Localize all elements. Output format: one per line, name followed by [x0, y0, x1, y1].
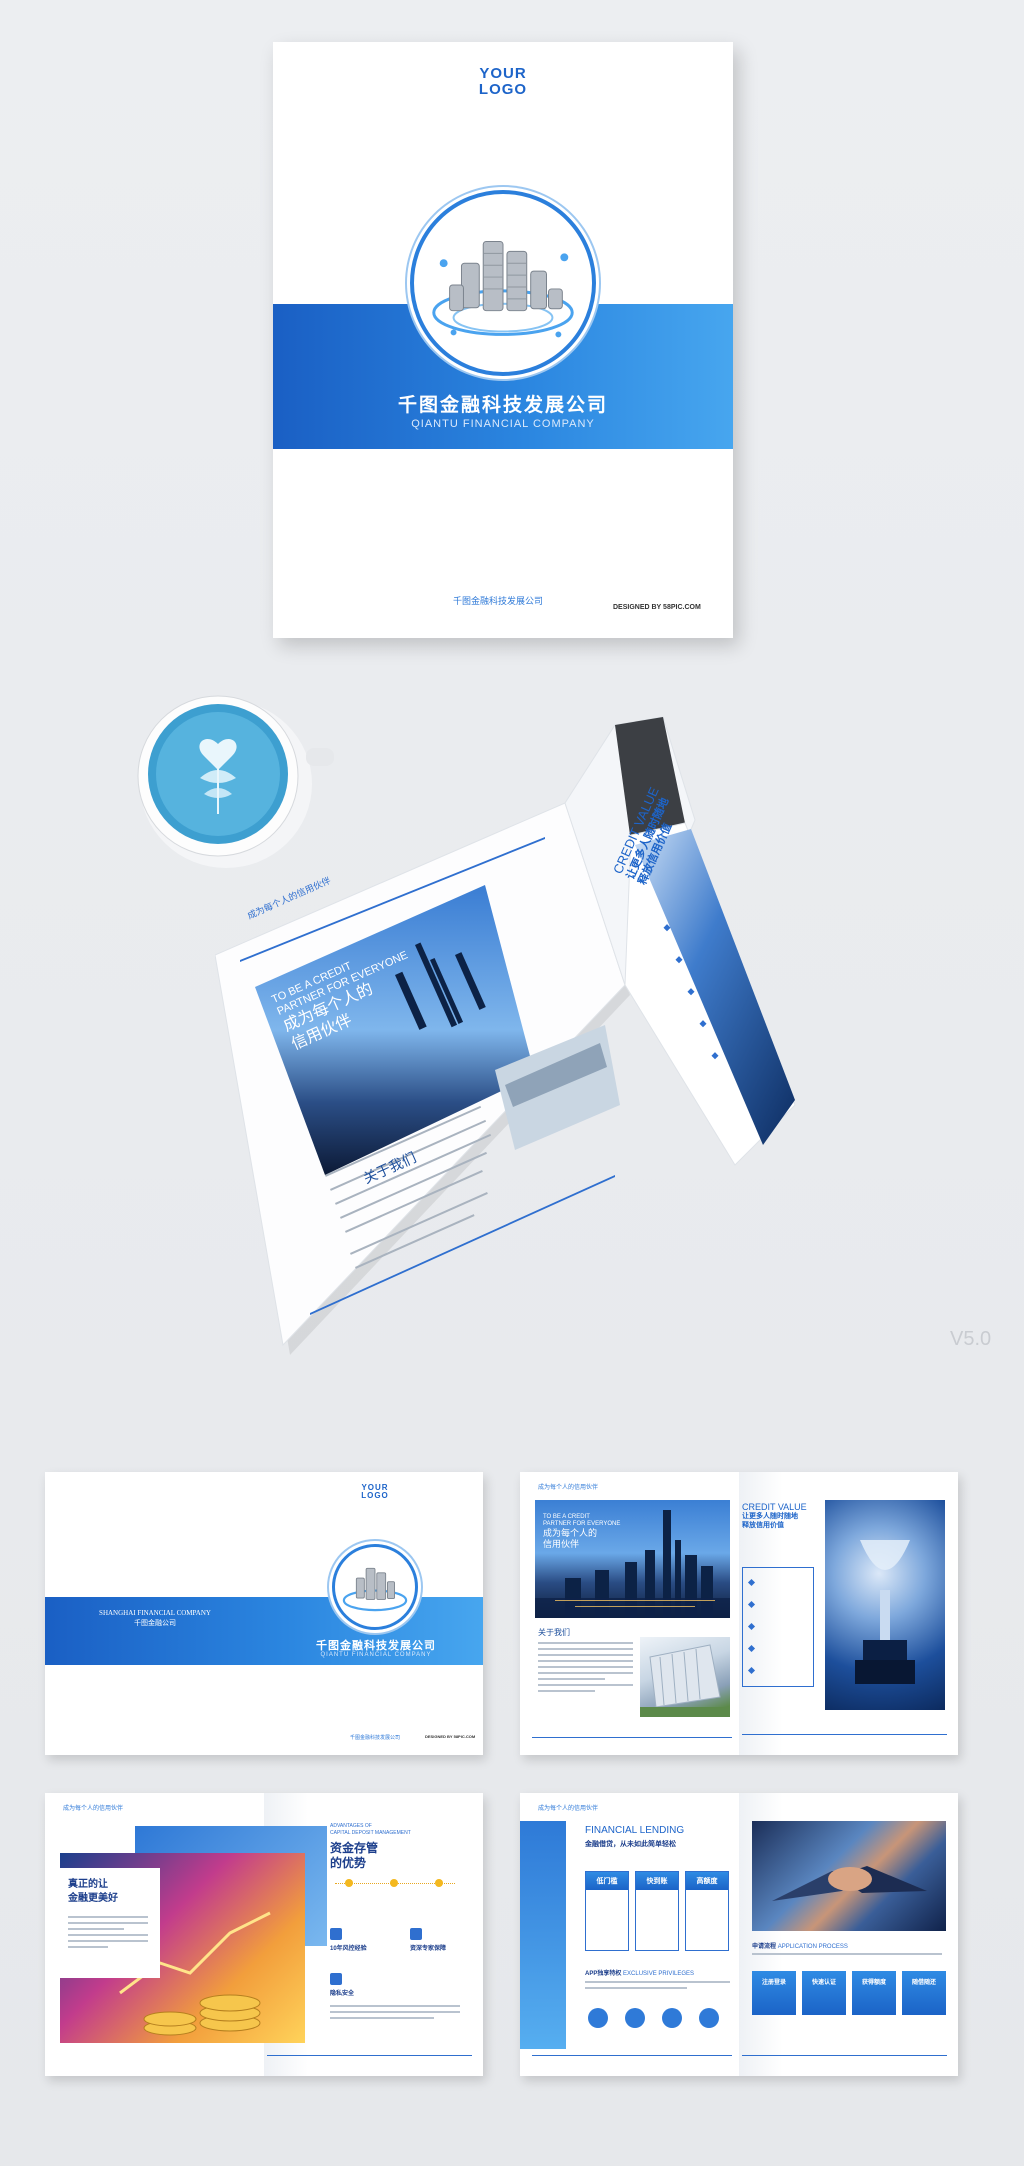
- dot-icon: [390, 1879, 398, 1887]
- thumb-credit-spread: 成为每个人的信用伙伴 TO BE A CREDIT PARTNER FOR EV…: [520, 1472, 958, 1755]
- feature-card: 低门槛: [585, 1871, 629, 1951]
- thumb-coins-circle: [332, 1544, 418, 1630]
- feature-3: 隐私安全: [330, 1991, 355, 1997]
- thumb-process: 申请流程 APPLICATION PROCESS: [752, 1941, 848, 1950]
- feature-card: 快到账: [635, 1871, 679, 1951]
- thumb-cover-logo: YOUR LOGO: [350, 1483, 400, 1501]
- thumb-hero-en-1: TO BE A CREDIT: [543, 1514, 590, 1520]
- step-3: 获得额度: [852, 1971, 896, 2015]
- card-icon: [662, 2008, 682, 2028]
- feature-2: 资深专家保障: [410, 1946, 447, 1952]
- shield-icon: [410, 1928, 422, 1940]
- thumb-credit-heading: CREDIT VALUE 让更多人随时随地 释放信用价值: [742, 1502, 807, 1531]
- thumb-adv-cn: 资金存管 的优势: [330, 1841, 378, 1871]
- thumb-slogan-box: 真正的让 金融更美好: [60, 1868, 160, 1978]
- dot-icon: [345, 1879, 353, 1887]
- thumb-credit-header: 成为每个人的信用伙伴: [538, 1485, 599, 1491]
- thumb-title-cn: 千图金融科技发展公司: [316, 1640, 436, 1652]
- thumb-back-company: SHANGHAI FINANCIAL COMPANY 千图金融公司: [95, 1609, 215, 1629]
- thumb-deposit-spread: 成为每个人的信用伙伴 真正的让 金融更美好 ADVANTAGES OF CAPI…: [45, 1793, 483, 2076]
- card-3-title: 高额度: [686, 1872, 728, 1890]
- thumb-about: 关于我们: [538, 1628, 570, 1637]
- thumb-about-text: [538, 1642, 633, 1696]
- card-1-title: 低门槛: [586, 1872, 628, 1890]
- shield-icon: [699, 2008, 719, 2028]
- cover-logo: YOUR LOGO: [463, 66, 543, 98]
- office-building-image: [640, 1637, 730, 1717]
- cover-title-cn: 千图金融科技发展公司: [397, 395, 608, 416]
- logo-line1: YOUR: [479, 65, 527, 82]
- thumb-footer-cn: 千图金融科技发展公司: [350, 1735, 401, 1741]
- cover-footer-cn: 千图金融科技发展公司: [453, 596, 544, 606]
- dot-icon: [435, 1879, 443, 1887]
- feature-1: 10年风控经验: [330, 1946, 367, 1952]
- thumb-side-band: [520, 1821, 566, 2049]
- open-magazine: 成为每个人的信用伙伴 TO BE A CREDIT PARTNER FOR EV…: [214, 705, 805, 1355]
- thumb-company-en: SHANGHAI FINANCIAL COMPANY: [99, 1609, 211, 1617]
- thumb-logo-2: LOGO: [361, 1491, 389, 1501]
- logo-line2: LOGO: [478, 80, 528, 98]
- step-4: 随借随还: [902, 1971, 946, 2015]
- shield-icon: [330, 1928, 342, 1940]
- thumb-right-rule: [742, 2055, 947, 2056]
- thumb-company-cn: 千图金融公司: [134, 1618, 176, 1627]
- handshake-image: [752, 1821, 946, 1931]
- adv-cn-2: 的优势: [330, 1856, 367, 1870]
- brochure-cover: YOUR LOGO 千图金融科技发展公司 QIANTU FINANCIAL CO…: [273, 42, 733, 638]
- adv-en-2: CAPITAL DEPOSIT MANAGEMENT: [330, 1829, 411, 1836]
- thumb-left-rule: [532, 2055, 732, 2056]
- thumb-adv-en: ADVANTAGES OF CAPITAL DEPOSIT MANAGEMENT: [330, 1823, 411, 1836]
- process-cn: 申请流程: [752, 1944, 777, 1950]
- city-skyline-image: TO BE A CREDIT PARTNER FOR EVERYONE 成为每个…: [535, 1500, 730, 1618]
- thumb-slogan: 真正的让 金融更美好: [68, 1878, 118, 1905]
- process-en: APPLICATION PROCESS: [777, 1944, 848, 1950]
- thumb-credit-en: CREDIT VALUE: [742, 1502, 807, 1512]
- adv-cn-1: 资金存管: [330, 1841, 379, 1855]
- feature-card: 高额度: [685, 1871, 729, 1951]
- privilege-en: EXCLUSIVE PRIVILEGES: [623, 1971, 695, 1977]
- coins-illustration: [432, 240, 574, 338]
- thumb-right-rule: [742, 1734, 947, 1735]
- thumb-lend-en: FINANCIAL LENDING: [585, 1825, 685, 1836]
- step-1: 注册登录: [752, 1971, 796, 2015]
- cover-designed-by: DESIGNED BY 58PIC.COM: [613, 604, 701, 611]
- list-bullet: [747, 1666, 756, 1675]
- home-icon: [588, 2008, 608, 2028]
- step-2: 快速认证: [802, 1971, 846, 2015]
- slogan-1: 真正的让: [68, 1879, 108, 1890]
- thumb-hero-cn-2: 信用伙伴: [543, 1539, 580, 1550]
- deposit-body: [330, 2005, 460, 2023]
- thumb-designed-by: DESIGNED BY 58PIC.COM: [425, 1734, 476, 1739]
- list-bullet: [747, 1644, 756, 1653]
- thumb-hero-text: TO BE A CREDIT PARTNER FOR EVERYONE 成为每个…: [543, 1514, 620, 1550]
- thumb-lending-spread: 成为每个人的信用伙伴 FINANCIAL LENDING 金融借贷，从未如此简单…: [520, 1793, 958, 2076]
- process-body: [752, 1953, 942, 1959]
- thumb-lend-cn: 金融借贷，从未如此简单轻松: [585, 1841, 676, 1848]
- thumb-left-rule: [532, 1737, 732, 1738]
- thumb-credit-list: [742, 1567, 814, 1687]
- thumb-privilege: APP独享特权 EXCLUSIVE PRIVILEGES: [585, 1968, 694, 1977]
- rocket-icon: [625, 2008, 645, 2028]
- thumb-deposit-header: 成为每个人的信用伙伴: [63, 1806, 124, 1812]
- coins-circle-image: [410, 190, 596, 376]
- thumb-cover-spread: YOUR LOGO SHANGHAI FINANCIAL COMPANY 千图金…: [45, 1472, 483, 1755]
- list-bullet: [747, 1622, 756, 1631]
- trophy-image: [825, 1500, 945, 1710]
- privilege-cn: APP独享特权: [585, 1971, 622, 1977]
- thumb-credit-cn-2: 释放信用价值: [742, 1522, 784, 1529]
- slogan-body: [68, 1916, 148, 1952]
- version-label: V5.0: [950, 1328, 992, 1350]
- thumb-hero-cn-1: 成为每个人的: [543, 1528, 598, 1539]
- card-2-title: 快到账: [636, 1872, 678, 1890]
- thumb-title-en: QIANTU FINANCIAL COMPANY: [320, 1652, 432, 1658]
- thumb-right-rule: [267, 2055, 472, 2056]
- cover-title-en: QIANTU FINANCIAL COMPANY: [411, 418, 595, 430]
- slogan-2: 金融更美好: [68, 1892, 118, 1904]
- lock-icon: [330, 1973, 342, 1985]
- thumb-credit-cn-1: 让更多人随时随地: [742, 1513, 798, 1521]
- privilege-body: [585, 1981, 730, 1993]
- thumb-lending-header: 成为每个人的信用伙伴: [538, 1806, 599, 1812]
- list-bullet: [747, 1600, 756, 1609]
- list-bullet: [747, 1578, 756, 1587]
